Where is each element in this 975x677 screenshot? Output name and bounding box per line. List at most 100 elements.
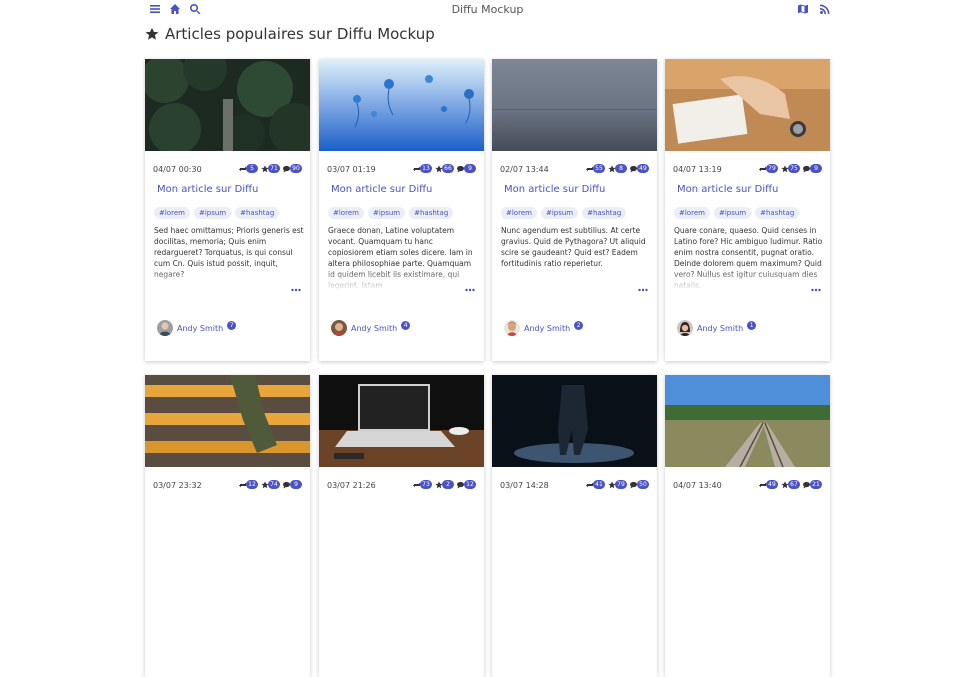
star-stat[interactable]: 8 — [608, 160, 627, 173]
tag[interactable]: #ipsum — [713, 207, 752, 219]
article-thumbnail[interactable] — [665, 59, 830, 151]
avatar[interactable] — [331, 320, 347, 336]
more-icon[interactable] — [291, 279, 301, 292]
tag[interactable]: #lorem — [328, 207, 364, 219]
article-thumbnail[interactable] — [319, 59, 484, 151]
author-name[interactable]: Andy Smith — [524, 324, 570, 333]
tag-list: #lorem #ipsum #hashtag — [154, 207, 280, 219]
star-stat[interactable]: 2 — [435, 476, 454, 489]
repost-count: 12 — [246, 480, 258, 489]
article-excerpt: Graece donan, Latine voluptatem vocant. … — [328, 225, 478, 291]
tag[interactable]: #lorem — [154, 207, 190, 219]
tag[interactable]: #ipsum — [367, 207, 406, 219]
author[interactable]: Andy Smith 2 — [504, 320, 584, 336]
comment-stat[interactable]: 9 — [457, 160, 476, 173]
star-stat[interactable]: 79 — [608, 476, 627, 489]
author[interactable]: Andy Smith 4 — [331, 320, 411, 336]
comment-stat[interactable]: 90 — [283, 160, 302, 173]
tag[interactable]: #ipsum — [540, 207, 579, 219]
star-stat[interactable]: 75 — [781, 160, 800, 173]
tag[interactable]: #lorem — [674, 207, 710, 219]
more-icon[interactable] — [465, 279, 475, 292]
repost-stat[interactable]: 79 — [759, 160, 778, 173]
comment-stat[interactable]: 9 — [803, 160, 822, 173]
avatar[interactable] — [504, 320, 520, 336]
article-thumbnail[interactable] — [145, 375, 310, 467]
repost-stat[interactable]: 12 — [239, 476, 258, 489]
repost-stat[interactable]: 13 — [413, 160, 432, 173]
article-card[interactable]: 04/07 13:40 49 67 21 — [665, 375, 830, 677]
repost-stat[interactable]: 73 — [413, 476, 432, 489]
repost-stat[interactable]: 41 — [586, 476, 605, 489]
repost-stat[interactable]: 5 — [239, 160, 258, 173]
article-thumbnail[interactable] — [492, 59, 657, 151]
article-card[interactable]: 04/07 00:30 5 71 90 Mon article sur Diff… — [145, 59, 310, 361]
repost-stat[interactable]: 55 — [586, 160, 605, 173]
article-thumbnail[interactable] — [145, 59, 310, 151]
repost-stat[interactable]: 49 — [759, 476, 778, 489]
tag[interactable]: #hashtag — [409, 207, 454, 219]
post-date: 03/07 21:26 — [327, 481, 376, 490]
author-name[interactable]: Andy Smith — [697, 324, 743, 333]
repost-count: 79 — [766, 164, 778, 173]
comment-count: 21 — [810, 480, 822, 489]
star-count: 74 — [268, 480, 280, 489]
article-thumbnail[interactable] — [492, 375, 657, 467]
comment-stat[interactable]: 21 — [803, 476, 822, 489]
star-stat[interactable]: 66 — [435, 160, 454, 173]
repost-count: 5 — [246, 164, 258, 173]
rss-icon[interactable] — [819, 3, 831, 15]
map-icon[interactable] — [797, 3, 809, 15]
comment-stat[interactable]: 49 — [630, 160, 649, 173]
star-stat[interactable]: 67 — [781, 476, 800, 489]
author[interactable]: Andy Smith 1 — [677, 320, 757, 336]
card-meta: 04/07 00:30 5 71 90 — [153, 164, 302, 177]
author-count: 1 — [747, 320, 757, 330]
more-icon[interactable] — [811, 279, 821, 292]
comment-stat[interactable]: 50 — [630, 476, 649, 489]
star-stat[interactable]: 74 — [261, 476, 280, 489]
avatar[interactable] — [157, 320, 173, 336]
article-title[interactable]: Mon article sur Diffu — [157, 184, 258, 195]
article-excerpt: Quare conare, quaeso. Quid censes in Lat… — [674, 226, 824, 291]
star-stat[interactable]: 71 — [261, 160, 280, 173]
tag-list: #lorem #ipsum #hashtag — [674, 207, 800, 219]
star-count: 79 — [615, 480, 627, 489]
comment-count: 12 — [464, 480, 476, 489]
star-count: 75 — [788, 164, 800, 173]
article-thumbnail[interactable] — [319, 375, 484, 467]
article-card[interactable]: 04/07 13:19 79 75 9 Mon article sur Diff… — [665, 59, 830, 361]
article-card[interactable]: 03/07 01:19 13 66 9 Mon article sur Diff… — [319, 59, 484, 361]
more-icon[interactable] — [638, 279, 648, 292]
article-card[interactable]: 02/07 13:44 55 8 49 Mon article sur Diff… — [492, 59, 657, 361]
article-title[interactable]: Mon article sur Diffu — [677, 184, 778, 195]
tag[interactable]: #ipsum — [193, 207, 232, 219]
comment-count: 9 — [464, 164, 476, 173]
repost-count: 49 — [766, 480, 778, 489]
avatar[interactable] — [677, 320, 693, 336]
tag-list: #lorem #ipsum #hashtag — [328, 207, 454, 219]
author-name[interactable]: Andy Smith — [177, 324, 223, 333]
article-card[interactable]: 03/07 23:32 12 74 9 — [145, 375, 310, 677]
repost-count: 73 — [420, 480, 432, 489]
card-meta: 03/07 01:19 13 66 9 — [327, 164, 476, 177]
article-card[interactable]: 03/07 21:26 73 2 12 — [319, 375, 484, 677]
author-count: 4 — [401, 320, 411, 330]
author[interactable]: Andy Smith 7 — [157, 320, 237, 336]
repost-count: 55 — [593, 164, 605, 173]
comment-stat[interactable]: 9 — [283, 476, 302, 489]
article-card[interactable]: 03/07 14:28 41 79 50 — [492, 375, 657, 677]
article-thumbnail[interactable] — [665, 375, 830, 467]
tag[interactable]: #lorem — [501, 207, 537, 219]
tag[interactable]: #hashtag — [755, 207, 800, 219]
tag-list: #lorem #ipsum #hashtag — [501, 207, 627, 219]
repost-count: 41 — [593, 480, 605, 489]
comment-stat[interactable]: 12 — [457, 476, 476, 489]
article-title[interactable]: Mon article sur Diffu — [504, 184, 605, 195]
post-date: 04/07 13:40 — [673, 481, 722, 490]
article-title[interactable]: Mon article sur Diffu — [331, 184, 432, 195]
comment-count: 9 — [810, 164, 822, 173]
tag[interactable]: #hashtag — [582, 207, 627, 219]
tag[interactable]: #hashtag — [235, 207, 280, 219]
author-name[interactable]: Andy Smith — [351, 324, 397, 333]
